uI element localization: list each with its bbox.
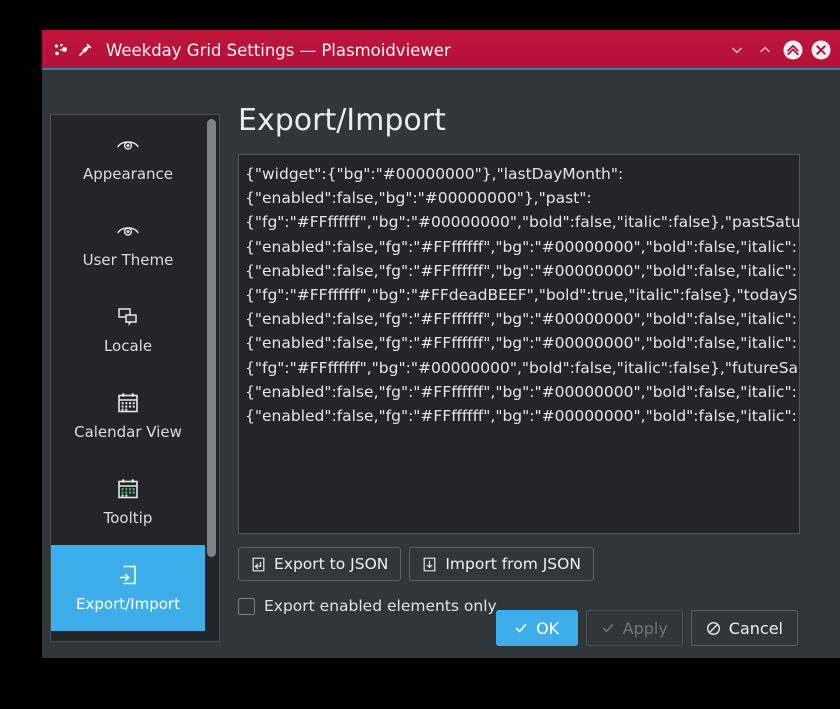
sidebar-item-label: User Theme <box>82 251 174 269</box>
json-line: {"enabled":false,"fg":"#FFffffff","bg":"… <box>245 237 797 256</box>
maximize-button[interactable] <box>752 37 778 63</box>
close-button[interactable] <box>808 37 834 63</box>
export-enabled-only-checkbox[interactable] <box>238 597 255 615</box>
apply-button: Apply <box>585 610 683 646</box>
cancel-button[interactable]: Cancel <box>690 610 798 646</box>
settings-sidebar: Appearance User Theme Locale Calendar Vi… <box>50 114 220 642</box>
sidebar-scrollbar[interactable] <box>207 119 216 637</box>
import-from-json-label: Import from JSON <box>445 555 581 573</box>
sidebar-item-label: Locale <box>103 337 153 355</box>
json-line: {"widget":{"bg":"#00000000"},"lastDayMon… <box>245 165 624 183</box>
eye-icon <box>115 133 141 157</box>
dialog-button-bar: OK Apply Cancel <box>495 610 798 646</box>
sidebar-item-appearance[interactable]: Appearance <box>51 115 205 201</box>
sidebar-item-export-import[interactable]: Export/Import <box>51 545 205 631</box>
action-buttons: Export to JSON Import from JSON <box>238 547 840 581</box>
import-icon <box>422 557 437 572</box>
title-bar[interactable]: Weekday Grid Settings — Plasmoidviewer <box>42 30 840 70</box>
json-line: {"enabled":false,"fg":"#FFffffff","bg":"… <box>245 310 797 329</box>
pin-icon[interactable] <box>74 39 96 61</box>
json-textarea[interactable]: {"widget":{"bg":"#00000000"},"lastDayMon… <box>238 154 800 534</box>
sidebar-item-label: Tooltip <box>103 509 153 527</box>
json-line: {"enabled":false,"fg":"#FFffffff","bg":"… <box>245 407 797 426</box>
sidebar-item-label: Appearance <box>82 165 174 183</box>
json-line: {"enabled":false,"fg":"#FFffffff","bg":"… <box>245 334 797 353</box>
cancel-label: Cancel <box>728 618 783 638</box>
json-line: {"fg":"#FFffffff","bg":"#FFdeadBEEF","bo… <box>245 286 798 305</box>
json-line: {"fg":"#FFffffff","bg":"#00000000","bold… <box>245 358 799 377</box>
main-panel: Export/Import {"widget":{"bg":"#00000000… <box>238 106 840 658</box>
calendar-green-icon <box>115 477 141 501</box>
check-icon <box>514 621 528 635</box>
sidebar-item-label: Export/Import <box>76 595 180 613</box>
ok-label: OK <box>536 618 560 638</box>
apply-label: Apply <box>622 618 668 638</box>
sidebar-list: Appearance User Theme Locale Calendar Vi… <box>51 115 205 631</box>
minimize-button[interactable] <box>724 37 750 63</box>
export-enabled-only-label: Export enabled elements only <box>264 597 497 615</box>
dialog-body: Appearance User Theme Locale Calendar Vi… <box>42 70 840 658</box>
plasmoid-icon <box>50 39 72 61</box>
sidebar-item-tooltip[interactable]: Tooltip <box>51 459 205 545</box>
sidebar-scrollbar-thumb[interactable] <box>207 119 216 557</box>
settings-window: Weekday Grid Settings — Plasmoidviewer A… <box>42 30 840 658</box>
export-to-json-label: Export to JSON <box>274 555 389 573</box>
ok-button[interactable]: OK <box>495 610 578 646</box>
sidebar-item-locale[interactable]: Locale <box>51 287 205 373</box>
window-title: Weekday Grid Settings — Plasmoidviewer <box>106 40 451 60</box>
document-arrow-icon <box>115 563 141 587</box>
import-from-json-button[interactable]: Import from JSON <box>409 547 594 581</box>
sidebar-item-user-theme[interactable]: User Theme <box>51 201 205 287</box>
eye-icon <box>115 219 141 243</box>
speech-bubbles-icon <box>115 305 141 329</box>
export-icon <box>251 557 266 572</box>
export-to-json-button[interactable]: Export to JSON <box>238 547 402 581</box>
sidebar-item-calendar-view[interactable]: Calendar View <box>51 373 205 459</box>
check-icon <box>601 621 615 635</box>
json-line: {"enabled":false,"fg":"#FFffffff","bg":"… <box>245 382 797 401</box>
json-line: {"enabled":false,"fg":"#FFffffff","bg":"… <box>245 261 797 280</box>
sidebar-item-label: Calendar View <box>74 423 182 441</box>
cancel-icon <box>706 621 721 636</box>
page-title: Export/Import <box>238 103 446 138</box>
keep-above-button[interactable] <box>780 37 806 63</box>
calendar-icon <box>115 391 141 415</box>
json-line: {"enabled":false,"bg":"#00000000"},"past… <box>245 189 592 208</box>
json-line: {"fg":"#FFffffff","bg":"#00000000","bold… <box>245 213 800 232</box>
